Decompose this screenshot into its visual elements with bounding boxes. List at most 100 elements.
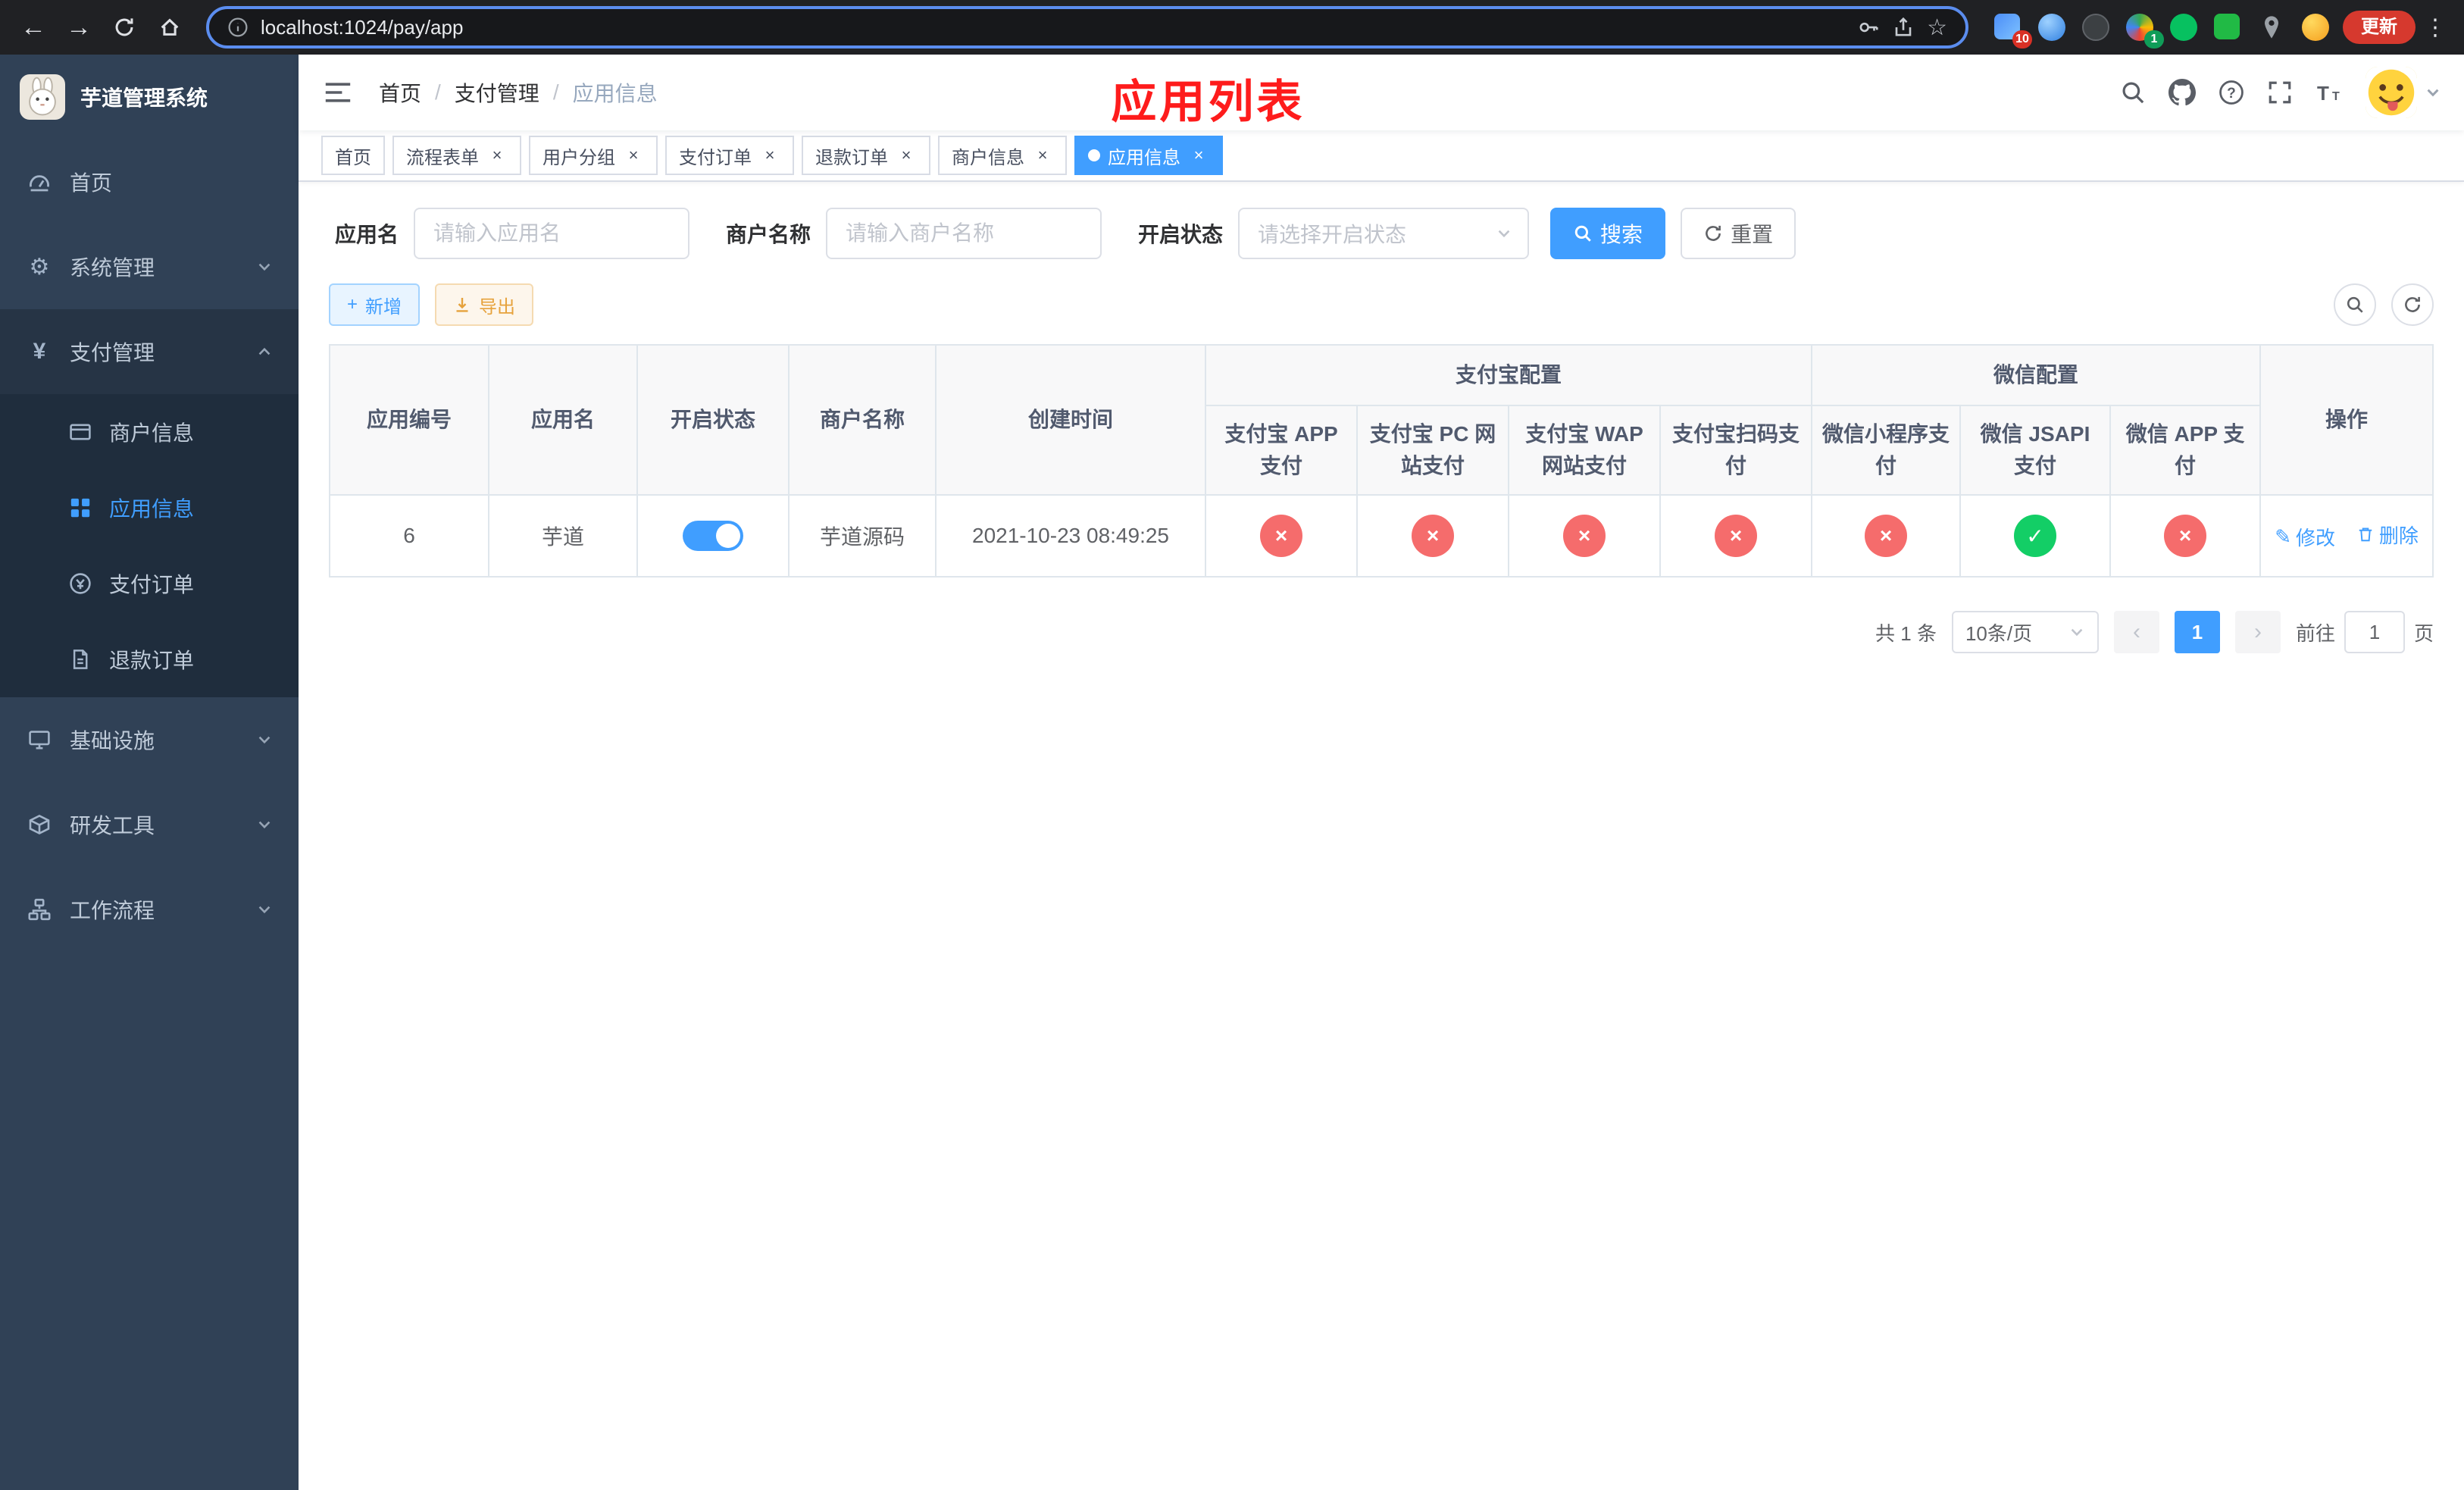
search-button[interactable]: 搜索 bbox=[1550, 208, 1666, 259]
tag-refund-order[interactable]: 退款订单 × bbox=[802, 136, 930, 175]
chevron-down-icon bbox=[1496, 225, 1512, 242]
dashboard-icon bbox=[26, 170, 53, 194]
extension-drop-icon[interactable] bbox=[2037, 12, 2067, 42]
github-icon[interactable] bbox=[2169, 79, 2196, 106]
merchant-name-input[interactable] bbox=[826, 208, 1102, 259]
tag-merchant-info[interactable]: 商户信息 × bbox=[938, 136, 1067, 175]
prev-page-button[interactable]: ‹ bbox=[2113, 611, 2159, 653]
sidebar-item-label: 基础设施 bbox=[70, 729, 155, 753]
sidebar-item-payment[interactable]: ¥ 支付管理 bbox=[0, 309, 299, 394]
next-page-button[interactable]: › bbox=[2234, 611, 2281, 653]
tag-app-info[interactable]: 应用信息 × bbox=[1074, 136, 1223, 175]
delete-link[interactable]: 删除 bbox=[2356, 521, 2419, 549]
breadcrumb-payment[interactable]: 支付管理 bbox=[455, 77, 539, 108]
close-icon[interactable]: × bbox=[1188, 145, 1209, 166]
search-icon bbox=[2347, 296, 2363, 313]
toggle-search-button[interactable] bbox=[2334, 283, 2376, 326]
trash-icon bbox=[2359, 527, 2372, 542]
browser-reload-button[interactable] bbox=[103, 6, 145, 49]
sidebar-item-system[interactable]: ⚙ 系统管理 bbox=[0, 224, 299, 309]
address-bar[interactable]: localhost:1024/pay/app ☆ bbox=[206, 6, 1968, 49]
col-header-wx-jsapi: 微信 JSAPI 支付 bbox=[1959, 405, 2112, 496]
sidebar-item-app-info[interactable]: 应用信息 bbox=[0, 470, 299, 546]
help-icon[interactable]: ? bbox=[2219, 80, 2244, 105]
extension-colorful-icon[interactable]: 1 bbox=[2125, 12, 2164, 49]
extension-badge: 10 bbox=[2012, 30, 2032, 49]
browser-menu-icon[interactable]: ⋮ bbox=[2419, 14, 2452, 41]
status-cross-icon: × bbox=[2164, 515, 2207, 557]
sidebar-item-label: 首页 bbox=[70, 171, 113, 195]
browser-back-button[interactable]: ← bbox=[12, 6, 55, 49]
col-header-created: 创建时间 bbox=[935, 344, 1206, 496]
close-icon[interactable]: × bbox=[486, 145, 508, 166]
refresh-table-button[interactable] bbox=[2391, 283, 2434, 326]
col-header-app-name: 应用名 bbox=[488, 344, 638, 496]
extension-puzzle-icon[interactable]: 10 bbox=[1993, 12, 2032, 49]
site-info-icon[interactable] bbox=[227, 17, 249, 38]
status-label: 开启状态 bbox=[1138, 223, 1224, 246]
tag-label: 应用信息 bbox=[1108, 147, 1180, 168]
extension-green-square-icon[interactable] bbox=[2212, 12, 2243, 42]
breadcrumb-home[interactable]: 首页 bbox=[379, 77, 421, 108]
extensions-pin-icon[interactable] bbox=[2256, 12, 2287, 42]
navbar-actions: ? TT bbox=[2120, 67, 2441, 118]
extension-wechat-icon[interactable] bbox=[2169, 12, 2199, 42]
toolbar-right bbox=[2334, 283, 2434, 326]
page-number-1[interactable]: 1 bbox=[2174, 611, 2220, 653]
sidebar-menu: 首页 ⚙ 系统管理 ¥ 支付管理 商户信息 应用信息 支付订单 退款订单 基础设… bbox=[0, 139, 299, 952]
reload-icon bbox=[115, 18, 133, 36]
tag-home[interactable]: 首页 bbox=[321, 136, 385, 175]
share-icon[interactable] bbox=[1892, 16, 1915, 39]
browser-update-button[interactable]: 更新 bbox=[2343, 11, 2416, 44]
font-size-icon[interactable]: TT bbox=[2315, 80, 2343, 105]
close-icon[interactable]: × bbox=[623, 145, 644, 166]
url-text[interactable]: localhost:1024/pay/app bbox=[261, 16, 1845, 39]
edit-link[interactable]: ✎ 修改 bbox=[2275, 523, 2335, 551]
goto-page-input[interactable] bbox=[2344, 611, 2405, 653]
sidebar-item-label: 应用信息 bbox=[109, 497, 195, 521]
export-button[interactable]: 导出 bbox=[435, 283, 534, 326]
close-icon[interactable]: × bbox=[1032, 145, 1053, 166]
chevron-down-icon bbox=[256, 731, 273, 748]
sidebar-item-workflow[interactable]: 工作流程 bbox=[0, 867, 299, 952]
workflow-icon bbox=[26, 897, 53, 922]
extensions-area: 10 1 bbox=[1984, 12, 2340, 49]
sidebar-item-home[interactable]: 首页 bbox=[0, 139, 299, 224]
app-name-input[interactable] bbox=[414, 208, 690, 259]
search-icon[interactable] bbox=[2120, 80, 2146, 105]
monitor-icon bbox=[26, 728, 53, 752]
hamburger-icon[interactable] bbox=[321, 75, 355, 110]
password-key-icon[interactable] bbox=[1857, 16, 1880, 39]
page-content: 应用名 商户名称 开启状态 请选择开启状态 搜索 重置 bbox=[299, 182, 2464, 1490]
fullscreen-icon[interactable] bbox=[2267, 80, 2293, 105]
user-menu[interactable] bbox=[2366, 67, 2441, 118]
chevron-up-icon bbox=[256, 343, 273, 360]
browser-forward-button[interactable]: → bbox=[58, 6, 100, 49]
tag-user-group[interactable]: 用户分组 × bbox=[529, 136, 658, 175]
tag-label: 流程表单 bbox=[406, 147, 479, 168]
search-icon bbox=[1574, 225, 1591, 242]
profile-avatar-icon[interactable] bbox=[2300, 12, 2331, 42]
add-button[interactable]: + 新增 bbox=[329, 283, 421, 326]
filter-form: 应用名 商户名称 开启状态 请选择开启状态 搜索 重置 bbox=[329, 208, 2434, 259]
sidebar-item-label: 研发工具 bbox=[70, 814, 155, 837]
col-header-wx-mini: 微信小程序支付 bbox=[1811, 405, 1962, 496]
reset-button[interactable]: 重置 bbox=[1681, 208, 1796, 259]
sidebar-item-dev-tools[interactable]: 研发工具 bbox=[0, 782, 299, 867]
sidebar-item-merchant-info[interactable]: 商户信息 bbox=[0, 394, 299, 470]
tag-pay-order[interactable]: 支付订单 × bbox=[665, 136, 794, 175]
close-icon[interactable]: × bbox=[896, 145, 917, 166]
sidebar-item-pay-order[interactable]: 支付订单 bbox=[0, 546, 299, 621]
sidebar-item-infrastructure[interactable]: 基础设施 bbox=[0, 697, 299, 782]
bookmark-star-icon[interactable]: ☆ bbox=[1927, 14, 1947, 41]
close-icon[interactable]: × bbox=[759, 145, 780, 166]
status-select[interactable]: 请选择开启状态 bbox=[1238, 208, 1530, 259]
status-toggle[interactable] bbox=[683, 521, 743, 551]
status-cross-icon: × bbox=[1412, 515, 1454, 557]
order-icon bbox=[67, 571, 94, 596]
extension-dark-icon[interactable] bbox=[2081, 12, 2111, 42]
sidebar-item-refund-order[interactable]: 退款订单 bbox=[0, 621, 299, 697]
browser-home-button[interactable] bbox=[149, 6, 191, 49]
page-size-select[interactable]: 10条/页 bbox=[1951, 611, 2099, 653]
tag-process-form[interactable]: 流程表单 × bbox=[392, 136, 521, 175]
